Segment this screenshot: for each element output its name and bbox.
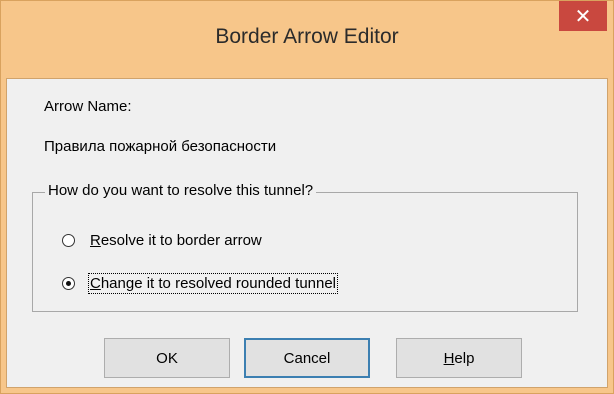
window-title: Border Arrow Editor	[215, 25, 399, 48]
close-button[interactable]: ✕	[559, 1, 607, 31]
radio-button-checked[interactable]	[62, 277, 75, 290]
ok-button[interactable]: OK	[104, 338, 230, 378]
ok-button-label: OK	[156, 349, 178, 367]
resolve-to-border-arrow-option[interactable]: Resolve it to border arrow	[62, 232, 262, 249]
resolve-to-border-arrow-label: Resolve it to border arrow	[90, 232, 262, 249]
help-button[interactable]: Help	[396, 338, 522, 378]
change-to-rounded-tunnel-option[interactable]: Change it to resolved rounded tunnel	[62, 273, 339, 294]
change-to-rounded-tunnel-label: Change it to resolved rounded tunnel	[87, 273, 339, 294]
help-button-label: Help	[443, 349, 475, 367]
resolve-groupbox-legend: How do you want to resolve this tunnel?	[45, 182, 317, 199]
radio-button-unchecked[interactable]	[62, 234, 75, 247]
arrow-name-value: Правила пожарной безопасности	[44, 138, 277, 155]
arrow-name-label: Arrow Name:	[44, 98, 132, 115]
title-bar[interactable]: Border Arrow Editor ✕	[1, 1, 613, 79]
cancel-button-label: Cancel	[283, 349, 331, 367]
resolve-groupbox	[32, 192, 578, 312]
cancel-button[interactable]: Cancel	[244, 338, 370, 378]
close-icon: ✕	[574, 5, 592, 28]
